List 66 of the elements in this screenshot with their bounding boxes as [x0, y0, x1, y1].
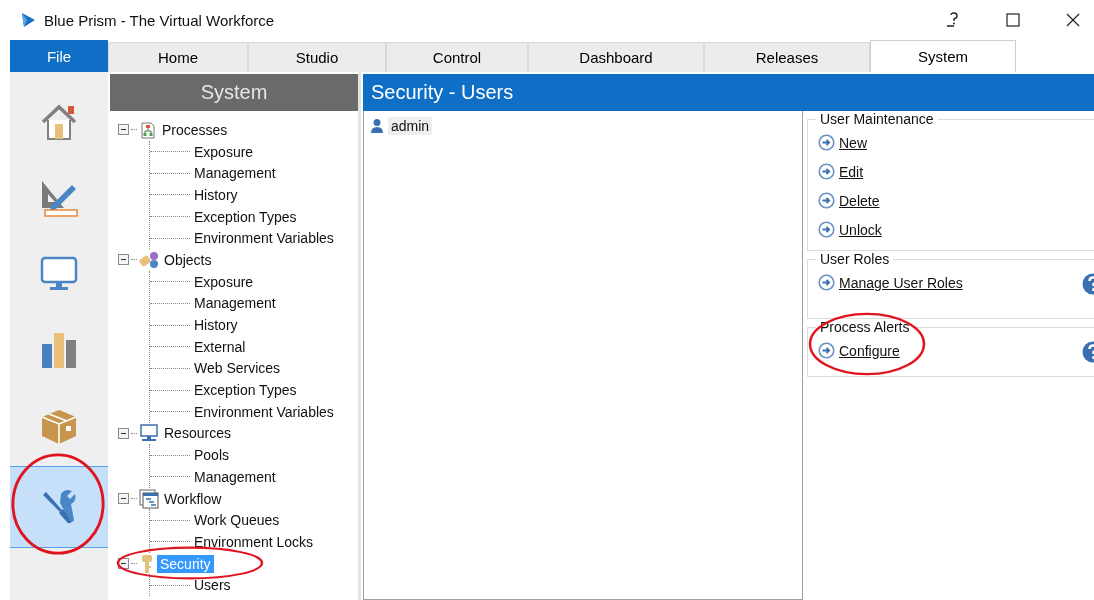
- collapse-icon[interactable]: [118, 558, 129, 570]
- key-icon: [139, 553, 155, 574]
- page-header: Security - Users: [363, 74, 1094, 111]
- window-icon: [139, 488, 159, 509]
- maximize-icon[interactable]: [1006, 13, 1020, 27]
- tree-item[interactable]: Environment Locks: [192, 532, 316, 551]
- tree-item[interactable]: Pools: [192, 446, 232, 465]
- window-title: Blue Prism - The Virtual Workforce: [44, 11, 275, 29]
- ribbon-tab[interactable]: Studio: [248, 42, 386, 72]
- monitor-icon: [39, 255, 79, 293]
- close-icon[interactable]: [1066, 13, 1080, 27]
- tree-item[interactable]: Processes: [159, 120, 231, 139]
- arrow-circle-icon: [818, 274, 835, 291]
- collapse-icon[interactable]: [118, 254, 129, 266]
- collapse-icon[interactable]: [118, 124, 129, 136]
- tree-item[interactable]: Environment Variables: [192, 402, 336, 421]
- ribbon-tab[interactable]: Releases: [704, 42, 870, 72]
- monitor-icon: [139, 424, 159, 443]
- tree-item[interactable]: Management: [192, 294, 278, 313]
- section-title: User Maintenance: [816, 111, 938, 127]
- house-icon: [39, 103, 79, 141]
- tree-item[interactable]: Workflow: [161, 489, 225, 508]
- collapse-icon[interactable]: [118, 427, 129, 439]
- tree-item[interactable]: History: [192, 185, 240, 204]
- section-title: Process Alerts: [816, 319, 914, 335]
- arrow-circle-icon: [818, 192, 835, 209]
- help-icon[interactable]: [946, 12, 960, 28]
- objects-icon: [139, 250, 159, 269]
- tree-item[interactable]: External: [192, 337, 248, 356]
- panel-header: System: [110, 74, 358, 111]
- tree-item[interactable]: Resources: [161, 424, 234, 443]
- tree-item[interactable]: Management: [192, 467, 278, 486]
- tree-item[interactable]: History: [192, 316, 240, 335]
- action-link[interactable]: Configure: [839, 342, 900, 359]
- action-link[interactable]: Edit: [839, 163, 864, 180]
- action-link[interactable]: Unlock: [839, 221, 882, 238]
- action-link[interactable]: New: [839, 134, 867, 151]
- flowchart-icon: [139, 120, 157, 139]
- arrow-circle-icon: [818, 342, 835, 359]
- tree-item[interactable]: Environment Variables: [192, 229, 336, 248]
- tree-item[interactable]: Work Queues: [192, 511, 282, 530]
- tree-item[interactable]: Management: [192, 164, 278, 183]
- ribbon-tab[interactable]: Dashboard: [528, 42, 704, 72]
- ribbon-tab[interactable]: System: [870, 40, 1016, 72]
- tree-item[interactable]: Users: [192, 576, 233, 595]
- arrow-circle-icon: [818, 163, 835, 180]
- arrow-circle-icon: [818, 221, 835, 238]
- tree-item[interactable]: Exception Types: [192, 381, 299, 400]
- action-link[interactable]: Delete: [839, 192, 880, 209]
- app-logo-icon: [20, 12, 36, 28]
- action-link[interactable]: Manage User Roles: [839, 274, 963, 291]
- section-title: User Roles: [816, 251, 894, 267]
- file-tab[interactable]: File: [10, 40, 108, 72]
- nav-item[interactable]: [10, 466, 108, 548]
- tree-item[interactable]: Web Services: [192, 359, 283, 378]
- arrow-circle-icon: [818, 134, 835, 151]
- tree-item[interactable]: Exception Types: [192, 207, 299, 226]
- tree-item[interactable]: Exposure: [192, 142, 256, 161]
- tree-item[interactable]: Objects: [161, 250, 215, 269]
- bar-chart-icon: [39, 330, 79, 370]
- ribbon-tab[interactable]: Control: [386, 42, 528, 72]
- collapse-icon[interactable]: [118, 493, 129, 505]
- tree-item[interactable]: Exposure: [192, 272, 256, 291]
- user-icon: [370, 118, 384, 134]
- user-item[interactable]: admin: [388, 117, 433, 135]
- ribbon-tab[interactable]: Home: [108, 42, 248, 72]
